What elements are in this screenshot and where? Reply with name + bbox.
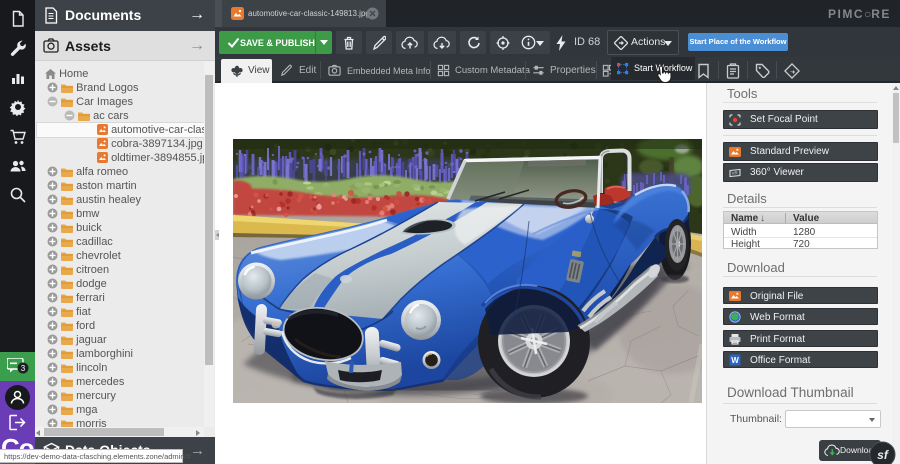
svg-text:sf: sf	[877, 448, 889, 462]
svg-text:VR: VR	[732, 171, 739, 176]
svg-text:W: W	[731, 356, 739, 365]
svg-text:3: 3	[21, 364, 26, 373]
